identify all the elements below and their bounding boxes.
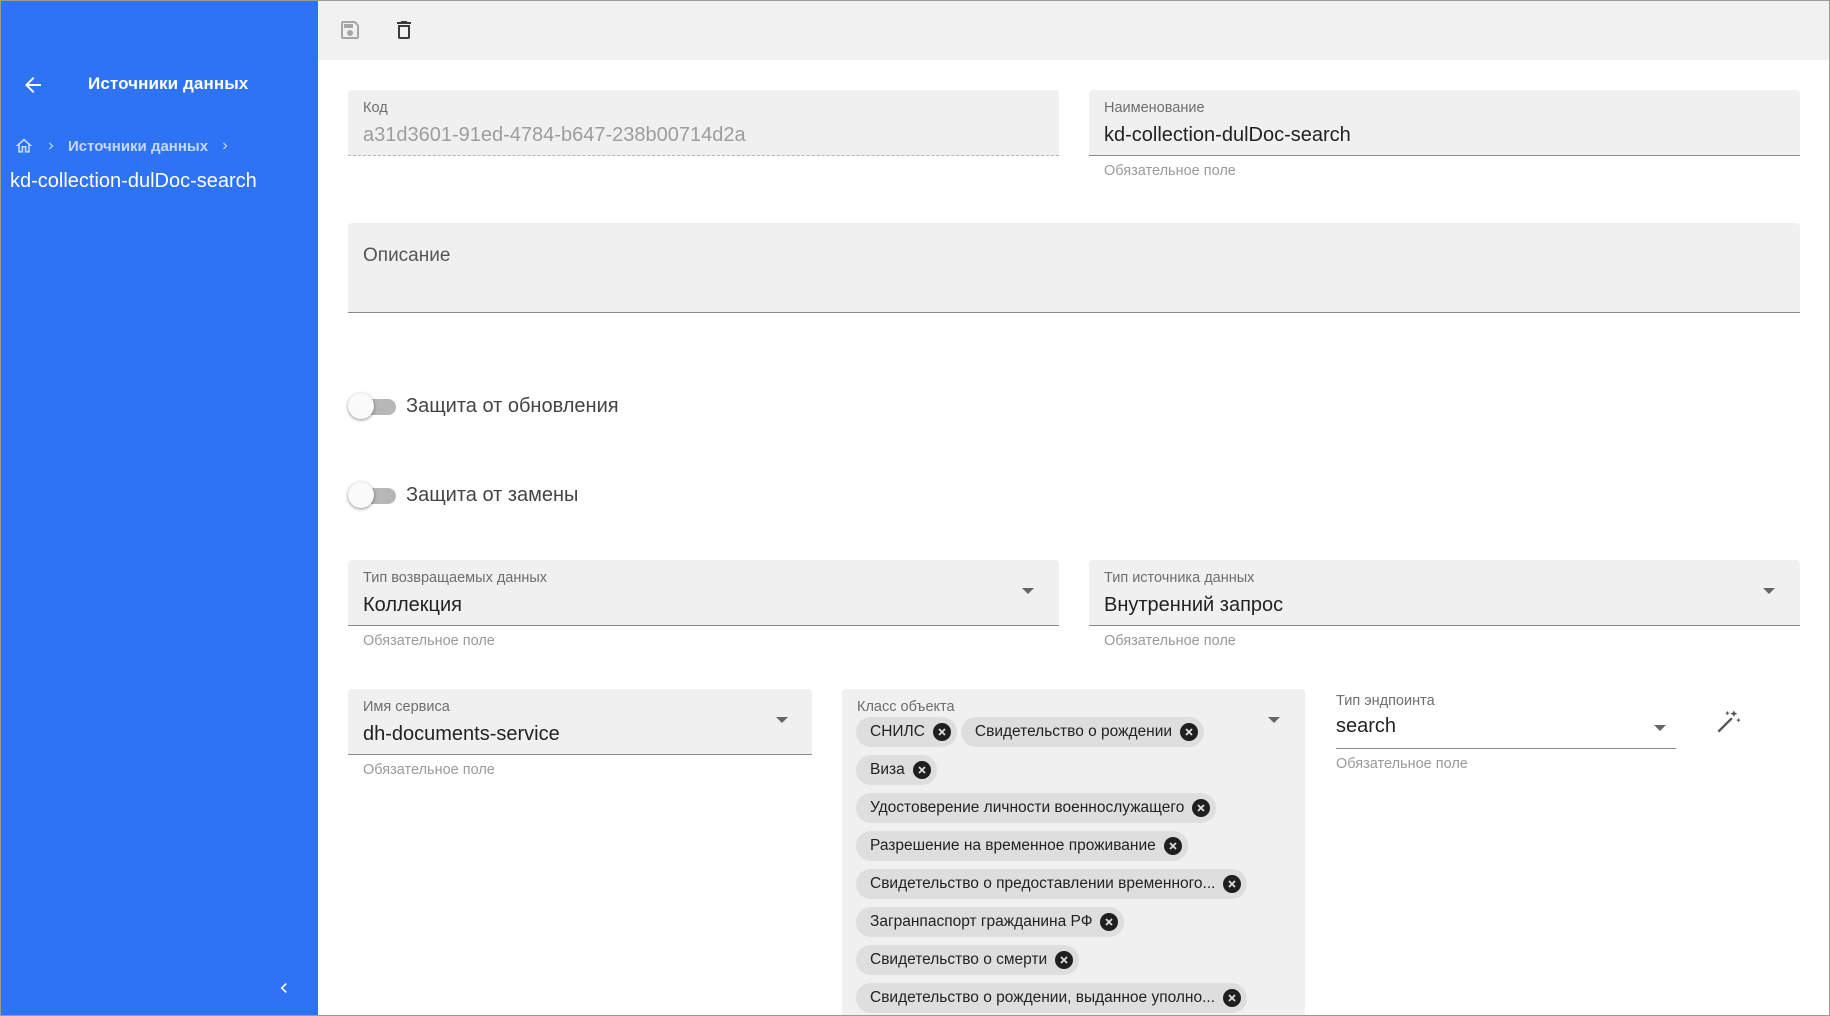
object-class-chips: СНИЛС Свидетельство о рождении Виза Удост…	[856, 717, 1276, 1016]
sidebar-title: Источники данных	[88, 74, 249, 93]
code-value: a31d3601-91ed-4784-b647-238b00714d2a	[363, 124, 746, 146]
chevron-right-icon	[218, 139, 232, 153]
return-type-select[interactable]: Тип возвращаемых данных Коллекция	[348, 560, 1059, 626]
source-type-label: Тип источника данных	[1104, 570, 1255, 586]
chip-label: Загранпаспорт гражданина РФ	[870, 913, 1093, 930]
close-circle-icon[interactable]	[1223, 989, 1242, 1007]
chip[interactable]: Свидетельство о смерти	[856, 945, 1080, 975]
chip-label: Свидетельство о рождении, выданное уполн…	[870, 989, 1216, 1006]
endpoint-type-value: search	[1336, 715, 1397, 737]
protect-update-toggle[interactable]: Защита от обновления	[348, 393, 619, 419]
home-icon[interactable]	[14, 136, 34, 156]
close-circle-icon[interactable]	[1192, 799, 1211, 817]
chip-label: Разрешение на временное проживание	[870, 837, 1156, 854]
caret-down-icon[interactable]	[1763, 588, 1775, 594]
endpoint-type-select[interactable]: Тип эндпоинта search	[1336, 693, 1676, 749]
toggle-switch[interactable]	[348, 482, 398, 508]
close-circle-icon[interactable]	[1163, 837, 1182, 855]
close-circle-icon[interactable]	[932, 723, 951, 741]
endpoint-type-hint: Обязательное поле	[1336, 756, 1468, 772]
back-button[interactable]	[18, 70, 48, 100]
protect-replace-label: Защита от замены	[406, 483, 579, 506]
service-name-value: dh-documents-service	[363, 723, 560, 745]
description-label: Описание	[363, 245, 451, 266]
description-field[interactable]: Описание	[348, 223, 1800, 313]
return-type-label: Тип возвращаемых данных	[363, 570, 548, 586]
toggle-switch[interactable]	[348, 393, 398, 419]
return-type-hint: Обязательное поле	[363, 633, 495, 649]
breadcrumb-item-sources[interactable]: Источники данных	[68, 138, 208, 155]
chip-label: Удостоверение личности военнослужащего	[870, 799, 1185, 816]
protect-update-label: Защита от обновления	[406, 394, 619, 417]
chip-label: СНИЛС	[870, 723, 925, 740]
service-name-label: Имя сервиса	[363, 699, 450, 715]
close-circle-icon[interactable]	[1180, 723, 1199, 741]
delete-button[interactable]	[388, 14, 420, 46]
caret-down-icon[interactable]	[1022, 588, 1034, 594]
name-hint: Обязательное поле	[1104, 163, 1236, 179]
magic-wand-icon	[1717, 710, 1741, 733]
chip[interactable]: Свидетельство о предоставлении временног…	[856, 869, 1248, 899]
code-label: Код	[363, 100, 388, 116]
chip[interactable]: Разрешение на временное проживание	[856, 831, 1188, 861]
name-field[interactable]: Наименование kd-collection-dulDoc-search	[1089, 90, 1800, 156]
caret-down-icon[interactable]	[776, 717, 788, 723]
service-name-hint: Обязательное поле	[363, 762, 495, 778]
object-class-select[interactable]: Класс объекта СНИЛС Свидетельство о рожде…	[842, 689, 1305, 1016]
chip-label: Свидетельство о рождении	[974, 723, 1173, 740]
chip[interactable]: Загранпаспорт гражданина РФ	[856, 907, 1125, 937]
trash-icon	[397, 21, 411, 39]
chip[interactable]: Свидетельство о рождении, выданное уполн…	[856, 983, 1248, 1013]
arrow-left-icon	[25, 77, 41, 93]
chevron-right-icon	[44, 139, 58, 153]
chip[interactable]: СНИЛС	[856, 717, 957, 747]
chip[interactable]: Виза	[856, 755, 937, 785]
chip-label: Свидетельство о предоставлении временног…	[870, 875, 1216, 892]
protect-replace-toggle[interactable]: Защита от замены	[348, 482, 578, 508]
chip-label: Свидетельство о смерти	[870, 951, 1048, 968]
close-circle-icon[interactable]	[1223, 875, 1242, 893]
source-type-select[interactable]: Тип источника данных Внутренний запрос	[1089, 560, 1800, 626]
chip[interactable]: Удостоверение личности военнослужащего	[856, 793, 1217, 823]
return-type-value: Коллекция	[363, 594, 463, 616]
close-circle-icon[interactable]	[912, 761, 931, 779]
close-circle-icon[interactable]	[1100, 913, 1119, 931]
code-field: Код a31d3601-91ed-4784-b647-238b00714d2a	[348, 90, 1059, 156]
save-icon	[341, 21, 359, 39]
current-item-title: kd-collection-dulDoc-search	[10, 170, 257, 192]
toolbar	[318, 0, 1830, 60]
magic-wand-button[interactable]	[1710, 704, 1746, 740]
endpoint-type-label: Тип эндпоинта	[1336, 693, 1435, 709]
name-label: Наименование	[1104, 100, 1205, 116]
collapse-sidebar-button[interactable]	[272, 974, 296, 1002]
chip[interactable]: Свидетельство о рождении	[960, 717, 1205, 747]
caret-down-icon[interactable]	[1654, 725, 1666, 731]
save-button[interactable]	[334, 14, 366, 46]
sidebar: Источники данных Источники данных kd-col…	[0, 0, 318, 1016]
chip-label: Виза	[870, 761, 905, 778]
service-name-select[interactable]: Имя сервиса dh-documents-service	[348, 689, 812, 755]
close-circle-icon[interactable]	[1055, 951, 1074, 969]
name-input[interactable]: kd-collection-dulDoc-search	[1104, 124, 1351, 147]
chevron-left-icon	[280, 983, 287, 993]
breadcrumb: Источники данных	[14, 136, 232, 156]
source-type-hint: Обязательное поле	[1104, 633, 1236, 649]
object-class-label: Класс объекта	[857, 699, 955, 715]
source-type-value: Внутренний запрос	[1104, 594, 1284, 616]
